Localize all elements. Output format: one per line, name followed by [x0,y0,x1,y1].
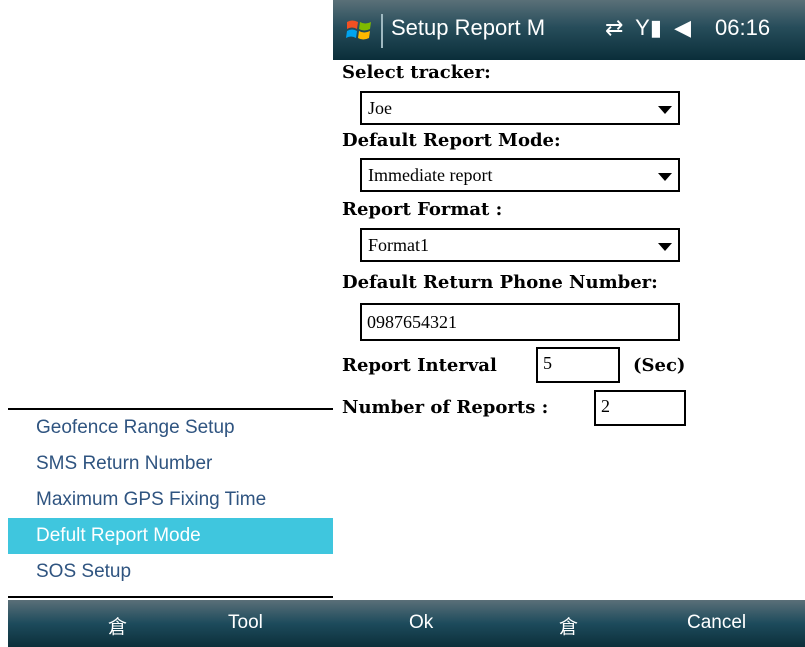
right-softkey-bar: Ok 倉 Cancel [333,600,805,647]
menu-item-geofence-range-setup[interactable]: Geofence Range Setup [8,410,333,446]
menu-item-maximum-gps-fixing-time[interactable]: Maximum GPS Fixing Time [8,482,333,518]
ok-softkey[interactable]: Ok [409,612,433,634]
menu-item-default-report-mode[interactable]: Defult Report Mode [8,518,333,554]
tracker-select[interactable]: Joe [360,91,680,125]
select-tracker-label: Select tracker: [342,62,491,83]
windows-start-icon[interactable] [345,16,373,44]
report-mode-select-value: Immediate report [368,165,493,185]
default-return-phone-label: Default Return Phone Number: [342,272,658,293]
menu-item-sms-return-number[interactable]: SMS Return Number [8,446,333,482]
return-phone-value: 0987654321 [367,312,457,332]
number-of-reports-label: Number of Reports : [342,397,549,418]
chevron-down-icon [658,173,672,181]
status-icons: ⇄ Y▮ ◀ [605,15,697,41]
status-clock: 06:16 [715,15,771,40]
report-mode-select[interactable]: Immediate report [360,158,680,192]
report-interval-label: Report Interval [342,355,497,376]
chevron-down-icon [658,106,672,114]
keyboard-softkey[interactable]: 倉 [559,612,578,639]
menu-divider [8,596,333,598]
chevron-down-icon [658,243,672,251]
keyboard-softkey[interactable]: 倉 [108,612,127,639]
title-bar: Setup Report M ⇄ Y▮ ◀ 06:16 [333,0,805,60]
report-interval-unit: (Sec) [633,355,686,376]
signal-icon: Y▮ [635,15,662,40]
report-interval-value: 5 [543,353,552,373]
left-softkey-bar: 倉 Tool [8,600,333,647]
report-format-label: Report Format : [342,199,503,220]
volume-icon: ◀ [674,15,691,40]
tool-softkey[interactable]: Tool [228,612,263,634]
setup-report-screen: Setup Report M ⇄ Y▮ ◀ 06:16 Select track… [333,0,805,647]
cancel-softkey[interactable]: Cancel [687,612,746,634]
left-screen: Geofence Range Setup SMS Return Number M… [0,0,333,647]
menu-item-sos-setup[interactable]: SOS Setup [8,554,333,590]
default-report-mode-label: Default Report Mode: [342,130,561,151]
tracker-select-value: Joe [368,98,392,118]
number-of-reports-input[interactable]: 2 [594,390,686,426]
report-interval-input[interactable]: 5 [536,347,620,383]
sync-icon: ⇄ [605,15,624,40]
title-separator [381,14,383,48]
window-title: Setup Report M [391,15,546,40]
tool-menu: Geofence Range Setup SMS Return Number M… [8,408,333,590]
report-format-select[interactable]: Format1 [360,228,680,262]
report-format-select-value: Format1 [368,235,429,255]
return-phone-input[interactable]: 0987654321 [360,303,680,341]
number-of-reports-value: 2 [601,396,610,416]
